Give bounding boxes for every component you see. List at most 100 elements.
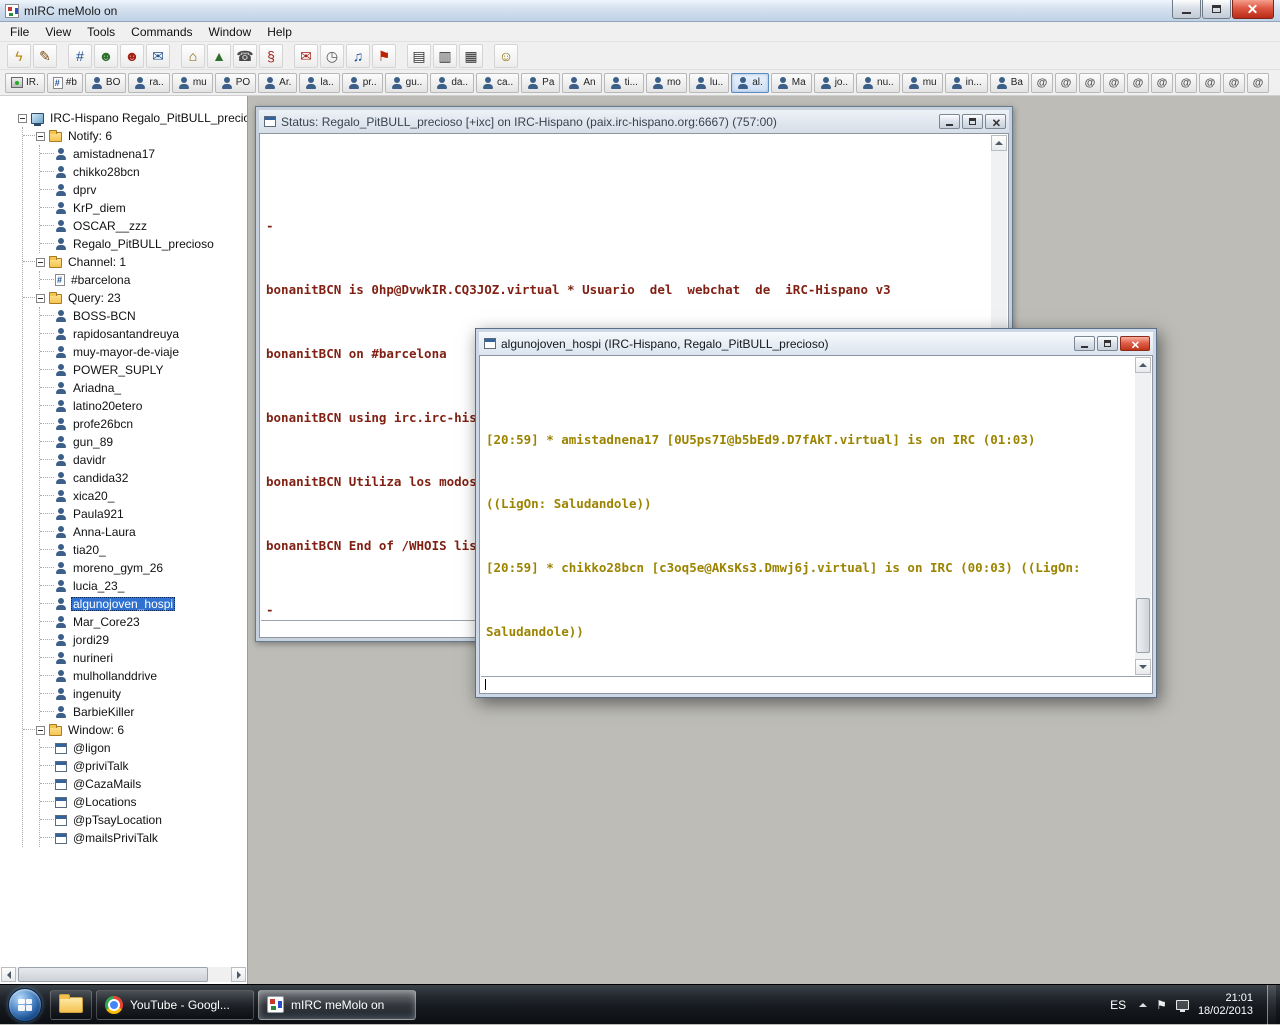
task-button[interactable]: YouTube - Googl... bbox=[96, 990, 254, 1020]
tree-item-row[interactable]: Anna-Laura bbox=[40, 523, 247, 541]
tile-horizontal-icon[interactable]: ▦ bbox=[459, 44, 483, 68]
switchbar-window-button[interactable]: @ bbox=[1175, 73, 1197, 93]
switchbar-window-button[interactable]: @ bbox=[1103, 73, 1125, 93]
scripts-editor-icon[interactable]: § bbox=[259, 44, 283, 68]
dcc-send-icon[interactable]: ▲ bbox=[207, 44, 231, 68]
tree-folder-row[interactable]: Notify: 6 bbox=[23, 127, 247, 145]
scroll-left-arrow[interactable] bbox=[1, 967, 16, 982]
network-icon[interactable] bbox=[1176, 1000, 1189, 1010]
switchbar-button[interactable]: Ar. bbox=[258, 73, 297, 93]
switchbar-button[interactable]: ca.. bbox=[476, 73, 519, 93]
sound-icon[interactable]: ♫ bbox=[346, 44, 370, 68]
maximize-button[interactable] bbox=[962, 114, 983, 129]
switchbar-window-button[interactable]: @ bbox=[1079, 73, 1101, 93]
language-indicator[interactable]: ES bbox=[1106, 996, 1130, 1014]
maximize-button[interactable] bbox=[1202, 0, 1231, 19]
collapse-icon[interactable] bbox=[36, 294, 45, 303]
show-desktop-button[interactable] bbox=[1267, 985, 1276, 1025]
switchbar-button[interactable]: mu bbox=[172, 73, 213, 93]
tree-item-row[interactable]: Regalo_PitBULL_precioso bbox=[40, 235, 247, 253]
switchbar-window-button[interactable]: @ bbox=[1199, 73, 1221, 93]
switchbar-button[interactable]: Ba bbox=[990, 73, 1029, 93]
hidden-icons-chevron-icon[interactable] bbox=[1139, 1003, 1147, 1007]
tree-item-row[interactable]: rapidosantandreuya bbox=[40, 325, 247, 343]
tree-item-row[interactable]: BarbieKiller bbox=[40, 703, 247, 721]
tree-item-row[interactable]: davidr bbox=[40, 451, 247, 469]
scroll-right-arrow[interactable] bbox=[231, 967, 246, 982]
switchbar-button[interactable]: Ma bbox=[771, 73, 812, 93]
switchbar-button[interactable]: gu.. bbox=[385, 73, 429, 93]
menu-item[interactable]: Commands bbox=[123, 23, 200, 41]
scrollbar-track[interactable] bbox=[16, 967, 231, 982]
tree-item-row[interactable]: mulhollanddrive bbox=[40, 667, 247, 685]
tree-item-row[interactable]: @ligon bbox=[40, 739, 247, 757]
collapse-icon[interactable] bbox=[36, 726, 45, 735]
menu-item[interactable]: File bbox=[2, 23, 37, 41]
options-icon[interactable]: ✎ bbox=[33, 44, 57, 68]
scroll-down-arrow[interactable] bbox=[1135, 659, 1151, 675]
tree-item-row[interactable]: muy-mayor-de-viaje bbox=[40, 343, 247, 361]
minimize-button[interactable] bbox=[1172, 0, 1201, 19]
tree-item-row[interactable]: algunojoven_hospi bbox=[40, 595, 247, 613]
query-message-input[interactable] bbox=[481, 676, 1151, 692]
switchbar-button[interactable]: Pa bbox=[521, 73, 560, 93]
switchbar-button[interactable]: BO bbox=[85, 73, 126, 93]
minimize-button[interactable] bbox=[1074, 336, 1095, 351]
switchbar-button[interactable]: ra.. bbox=[128, 73, 169, 93]
minimize-button[interactable] bbox=[939, 114, 960, 129]
tree-item-row[interactable]: Ariadna_ bbox=[40, 379, 247, 397]
switchbar-button[interactable]: la.. bbox=[299, 73, 339, 93]
switchbar-button[interactable]: PO bbox=[215, 73, 256, 93]
timer-icon[interactable]: ◷ bbox=[320, 44, 344, 68]
tree-root[interactable]: IRC-Hispano Regalo_PitBULL_precioso bbox=[18, 109, 247, 127]
switchbar-window-button[interactable]: @ bbox=[1223, 73, 1245, 93]
tree-item-row[interactable]: chikko28bcn bbox=[40, 163, 247, 181]
tree-folder-row[interactable]: Channel: 1 bbox=[23, 253, 247, 271]
tree-item-row[interactable]: @mailsPriviTalk bbox=[40, 829, 247, 847]
collapse-icon[interactable] bbox=[36, 258, 45, 267]
connect-icon[interactable]: ϟ bbox=[7, 44, 31, 68]
away-icon[interactable]: ☺ bbox=[494, 44, 518, 68]
tree-folder-row[interactable]: Query: 23 bbox=[23, 289, 247, 307]
tree-item-row[interactable]: candida32 bbox=[40, 469, 247, 487]
switchbar-window-button[interactable]: @ bbox=[1247, 73, 1269, 93]
switchbar-button[interactable]: jo.. bbox=[814, 73, 854, 93]
switchbar-button[interactable]: IR. bbox=[5, 73, 45, 93]
cascade-windows-icon[interactable]: ▤ bbox=[407, 44, 431, 68]
switchbar-button[interactable]: lu.. bbox=[689, 73, 729, 93]
collapse-icon[interactable] bbox=[18, 114, 27, 123]
tree-item-row[interactable]: profe26bcn bbox=[40, 415, 247, 433]
dcc-chat-icon[interactable]: ☎ bbox=[233, 44, 257, 68]
switchbar-button[interactable]: ti... bbox=[604, 73, 644, 93]
tree-folder-row[interactable]: Window: 6 bbox=[23, 721, 247, 739]
channels-list-icon[interactable]: # bbox=[68, 44, 92, 68]
switchbar-window-button[interactable]: @ bbox=[1031, 73, 1053, 93]
switchbar-button[interactable]: mo bbox=[646, 73, 687, 93]
tree-item-row[interactable]: gun_89 bbox=[40, 433, 247, 451]
url-list-icon[interactable]: ⌂ bbox=[181, 44, 205, 68]
scroll-up-arrow[interactable] bbox=[1135, 357, 1151, 373]
menu-item[interactable]: Window bbox=[201, 23, 260, 41]
tree-item-row[interactable]: POWER_SUPLY bbox=[40, 361, 247, 379]
menu-item[interactable]: Tools bbox=[79, 23, 123, 41]
switchbar-button[interactable]: in... bbox=[945, 73, 988, 93]
tree-item-row[interactable]: @pTsayLocation bbox=[40, 811, 247, 829]
switchbar-button[interactable]: An bbox=[562, 73, 601, 93]
tree-item-row[interactable]: Paula921 bbox=[40, 505, 247, 523]
tree-item-row[interactable]: ingenuity bbox=[40, 685, 247, 703]
scrollbar-thumb[interactable] bbox=[18, 967, 208, 982]
maximize-button[interactable] bbox=[1097, 336, 1118, 351]
task-button[interactable]: mIRC meMolo on bbox=[258, 990, 416, 1020]
clock[interactable]: 21:01 18/02/2013 bbox=[1198, 992, 1253, 1018]
start-button[interactable] bbox=[8, 988, 42, 1022]
notify-list-icon[interactable]: ☻ bbox=[120, 44, 144, 68]
tree-item-row[interactable]: @CazaMails bbox=[40, 775, 247, 793]
switchbar-button[interactable]: mu bbox=[902, 73, 943, 93]
tree-item-row[interactable]: jordi29 bbox=[40, 631, 247, 649]
tree-item-row[interactable]: KrP_diem bbox=[40, 199, 247, 217]
action-center-flag-icon[interactable]: ⚑ bbox=[1156, 998, 1167, 1012]
close-button[interactable] bbox=[985, 114, 1006, 129]
tree-item-row[interactable]: lucia_23_ bbox=[40, 577, 247, 595]
switchbar-window-button[interactable]: @ bbox=[1055, 73, 1077, 93]
switchbar-window-button[interactable]: @ bbox=[1127, 73, 1149, 93]
